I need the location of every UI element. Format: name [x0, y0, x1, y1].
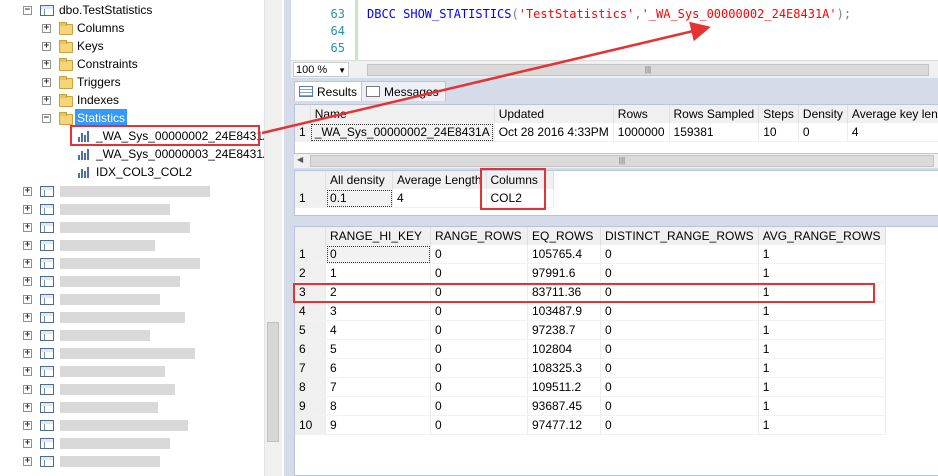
arrow-line: [261, 21, 711, 135]
annotation-arrow: [261, 21, 711, 135]
